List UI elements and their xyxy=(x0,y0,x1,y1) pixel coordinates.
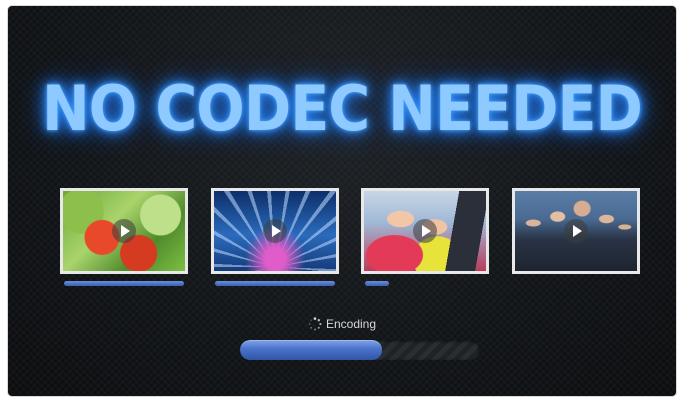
thumbnail-image xyxy=(361,188,489,274)
headline-title: NO CODEC NEEDED xyxy=(41,72,643,145)
thumbnail-salad[interactable] xyxy=(60,188,188,286)
thumbnail-strip xyxy=(60,188,640,298)
thumbnail-progress-fill xyxy=(64,281,184,286)
thumbnail-progress-fill xyxy=(215,281,335,286)
app-window: NO CODEC NEEDED Encoding xyxy=(8,6,676,396)
thumbnail-group[interactable] xyxy=(512,188,640,274)
play-icon[interactable] xyxy=(112,219,136,243)
encoding-label: Encoding xyxy=(325,317,377,331)
thumbnail-progress-bar xyxy=(64,281,184,286)
thumbnail-progress-fill xyxy=(365,281,389,286)
thumbnail-image xyxy=(60,188,188,274)
encoding-progress-fill xyxy=(240,340,382,360)
thumbnail-progress-bar xyxy=(215,281,335,286)
thumbnail-image xyxy=(512,188,640,274)
thumbnail-progress-bar xyxy=(516,281,636,286)
play-icon[interactable] xyxy=(413,219,437,243)
thumbnail-image xyxy=(211,188,339,274)
thumbnail-concert[interactable] xyxy=(211,188,339,286)
spinner-icon xyxy=(308,317,322,331)
encoding-status: Encoding xyxy=(8,317,676,331)
encoding-progress-bar xyxy=(240,340,480,360)
thumbnail-progress-bar xyxy=(365,281,485,286)
play-icon[interactable] xyxy=(564,219,588,243)
thumbnail-phones[interactable] xyxy=(361,188,489,286)
play-icon[interactable] xyxy=(263,219,287,243)
